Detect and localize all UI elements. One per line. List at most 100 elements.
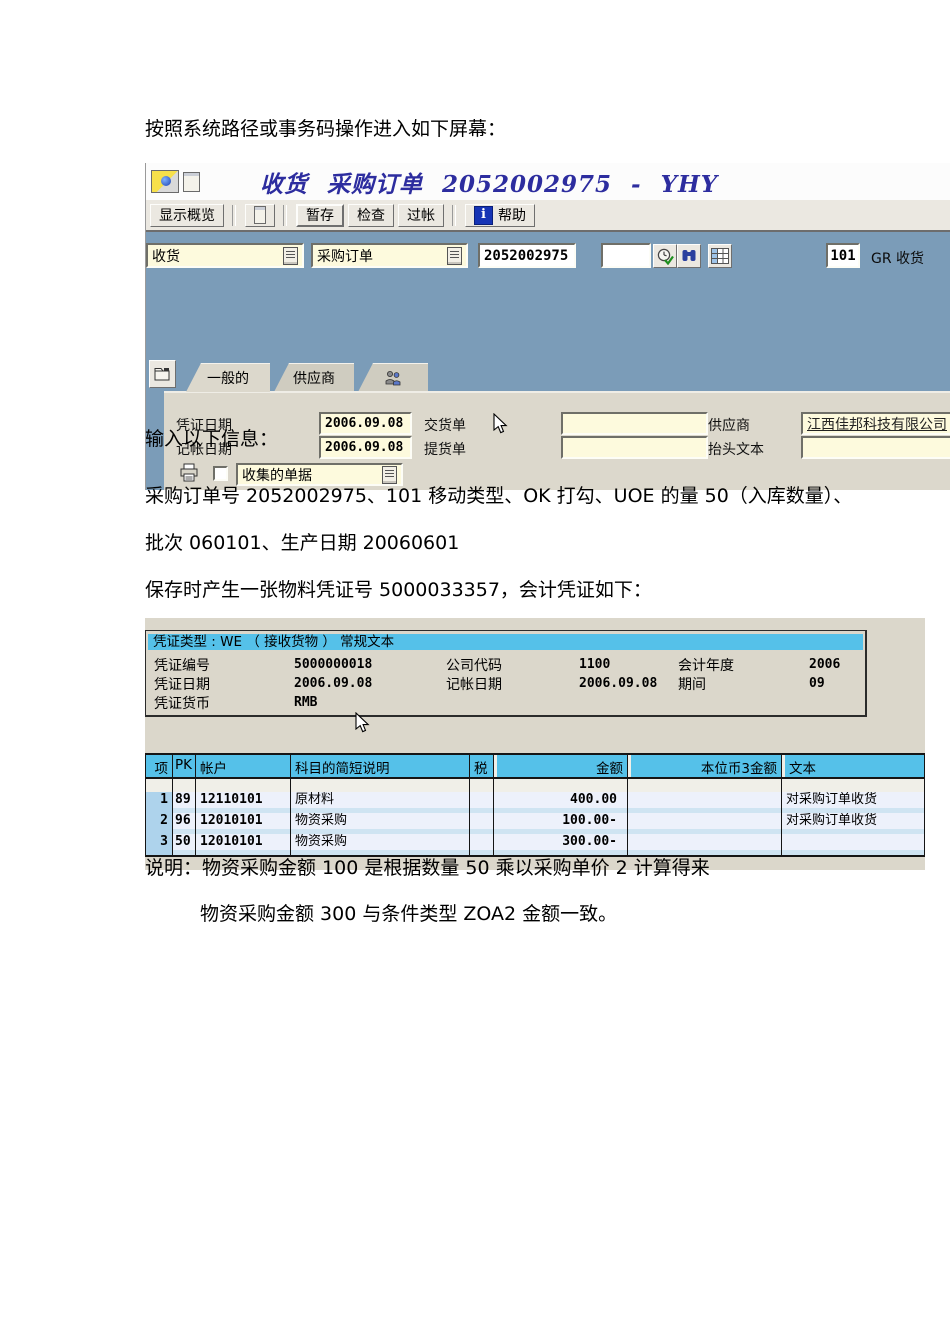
fi-doc-date-value: 2006.09.08 [294, 676, 373, 691]
fi-item-no: 2 [145, 813, 173, 834]
window-title: 收货 采购订单 2052002975 - YHY [260, 170, 719, 198]
note-text-2: 物资采购金额 300 与条件类型 ZOA2 金额一致。 [200, 903, 618, 925]
fi-pk: 96 [173, 813, 196, 834]
period-label: 期间 [678, 677, 706, 693]
vendor-label: 供应商 [708, 418, 750, 434]
col-amount[interactable]: 金额 [494, 755, 628, 777]
new-document-button[interactable] [245, 203, 275, 227]
accounting-document-window: 凭证类型 : WE （ 接收货物 ） 常规文本 凭证编号 5000000018 … [145, 618, 925, 870]
doc-no-value: 5000000018 [294, 657, 373, 672]
help-icon: i [474, 205, 493, 225]
fi-row-2: 2 96 12010101 物资采购 100.00- 对采购订单收货 [145, 813, 925, 834]
mouse-cursor [355, 712, 370, 733]
display-overview-button[interactable]: 显示概览 [150, 203, 224, 227]
table-layout-icon [711, 248, 729, 264]
item-detail-button[interactable] [708, 244, 732, 268]
dropdown-icon[interactable] [447, 246, 462, 265]
col-tax[interactable]: 税 [470, 755, 494, 777]
fi-account: 12110101 [196, 792, 291, 813]
find-button[interactable] [677, 244, 701, 268]
doc-date-field[interactable]: 2006.09.08 [319, 412, 412, 435]
fi-tax [470, 813, 494, 834]
refdoc-value: 采购订单 [317, 248, 373, 265]
currency-label: 凭证货币 [154, 696, 210, 712]
help-button[interactable]: i 帮助 [465, 203, 535, 227]
toolbar-separator [452, 204, 456, 226]
bill-of-lading-label: 提货单 [424, 442, 466, 458]
fi-text: 对采购订单收货 [782, 792, 925, 813]
hold-button[interactable]: 暂存 [296, 203, 344, 227]
general-tab-panel: 凭证日期 2006.09.08 交货单 供应商 江西佳邦科技有限公司 记帐日期 … [164, 391, 950, 490]
delivery-note-label: 交货单 [424, 418, 466, 434]
fiscal-year-label: 会计年度 [678, 658, 734, 674]
header-text-field[interactable] [801, 436, 950, 459]
col-text[interactable]: 文本 [782, 755, 925, 777]
execute-button[interactable] [653, 244, 677, 268]
post-button[interactable]: 过帐 [398, 203, 444, 227]
check-button[interactable]: 检查 [348, 203, 394, 227]
input-info-text: 输入以下信息： [145, 428, 279, 450]
toolbar-separator [283, 204, 287, 226]
tab-general[interactable]: 一般的 [186, 363, 270, 392]
bill-of-lading-field[interactable] [561, 436, 708, 459]
fiscal-year-value: 2006 [809, 657, 841, 672]
fi-tax [470, 792, 494, 813]
po-item-input[interactable] [601, 243, 651, 268]
toolbar-separator [232, 204, 236, 226]
blank-page-icon [254, 206, 266, 224]
col-local-amount[interactable]: 本位币3金额 [628, 755, 782, 777]
intro-text: 按照系统路径或事务码操作进入如下屏幕： [145, 118, 507, 140]
fi-pk: 89 [173, 792, 196, 813]
vendor-field[interactable]: 江西佳邦科技有限公司 [801, 412, 950, 435]
fi-item-no: 1 [145, 792, 173, 813]
header-collapse-button[interactable] [149, 360, 176, 388]
movement-type-input[interactable]: 101 [826, 243, 860, 268]
col-account[interactable]: 帐户 [196, 755, 291, 777]
movement-type-text: GR 收货 [871, 251, 925, 267]
dropdown-icon[interactable] [283, 246, 298, 265]
fi-local-amount [628, 834, 782, 855]
action-select[interactable]: 收货 [146, 243, 304, 268]
window-list-icon[interactable] [183, 171, 200, 192]
col-pk[interactable]: PK [173, 755, 196, 777]
delivery-note-field[interactable] [561, 412, 708, 435]
vendor-link[interactable]: 江西佳邦科技有限公司 [807, 414, 947, 434]
fi-short-text: 物资采购 [291, 813, 470, 834]
save-text: 保存时产生一张物料凭证号 5000033357，会计凭证如下： [145, 579, 652, 601]
people-icon [385, 371, 401, 386]
reference-doc-select[interactable]: 采购订单 [311, 243, 468, 268]
fi-posting-date-value: 2006.09.08 [579, 676, 658, 691]
print-checkbox[interactable] [213, 466, 228, 481]
document-page: 按照系统路径或事务码操作进入如下屏幕： 收货 采购订单 2052002975 -… [0, 0, 950, 1344]
fi-text [782, 834, 925, 855]
fi-item-no: 3 [145, 834, 173, 855]
fi-account: 12010101 [196, 834, 291, 855]
col-short-text[interactable]: 科目的简短说明 [291, 755, 470, 777]
tab-vendor[interactable]: 供应商 [274, 363, 354, 392]
po-number-input[interactable]: 2052002975 [478, 243, 576, 268]
fi-line-items-table: 项 PK 帐户 科目的简短说明 税 金额 本位币3金额 文本 1 89 1211… [145, 753, 925, 857]
fi-local-amount [628, 792, 782, 813]
posting-date-field[interactable]: 2006.09.08 [319, 436, 412, 459]
action-value: 收货 [152, 248, 180, 265]
batch-text: 批次 060101、生产日期 20060601 [145, 532, 460, 554]
doc-no-label: 凭证编号 [154, 658, 210, 674]
help-label: 帮助 [498, 207, 526, 223]
application-toolbar: 显示概览 暂存 检查 过帐 i 帮助 [146, 200, 950, 232]
clock-check-icon [657, 248, 674, 265]
po-detail-text: 采购订单号 2052002975、101 移动类型、OK 打勾、UOE 的量 5… [145, 485, 853, 507]
sap-menu-icon[interactable] [151, 170, 179, 193]
folder-icon [154, 368, 170, 381]
fi-doc-date-label: 凭证日期 [154, 677, 210, 693]
note-text-1: 说明：物资采购金额 100 是根据数量 50 乘以采购单价 2 计算得来 [145, 857, 710, 879]
currency-value: RMB [294, 695, 318, 710]
fi-tax [470, 834, 494, 855]
fi-pk: 50 [173, 834, 196, 855]
fi-doc-header-box: 凭证类型 : WE （ 接收货物 ） 常规文本 凭证编号 5000000018 … [145, 630, 867, 717]
tab-partners[interactable] [358, 363, 428, 392]
printer-icon [180, 463, 198, 482]
fi-amount: 300.00- [494, 834, 628, 855]
fi-table-gap-row [145, 779, 925, 792]
col-item[interactable]: 项 [145, 755, 173, 777]
fi-short-text: 原材料 [291, 792, 470, 813]
